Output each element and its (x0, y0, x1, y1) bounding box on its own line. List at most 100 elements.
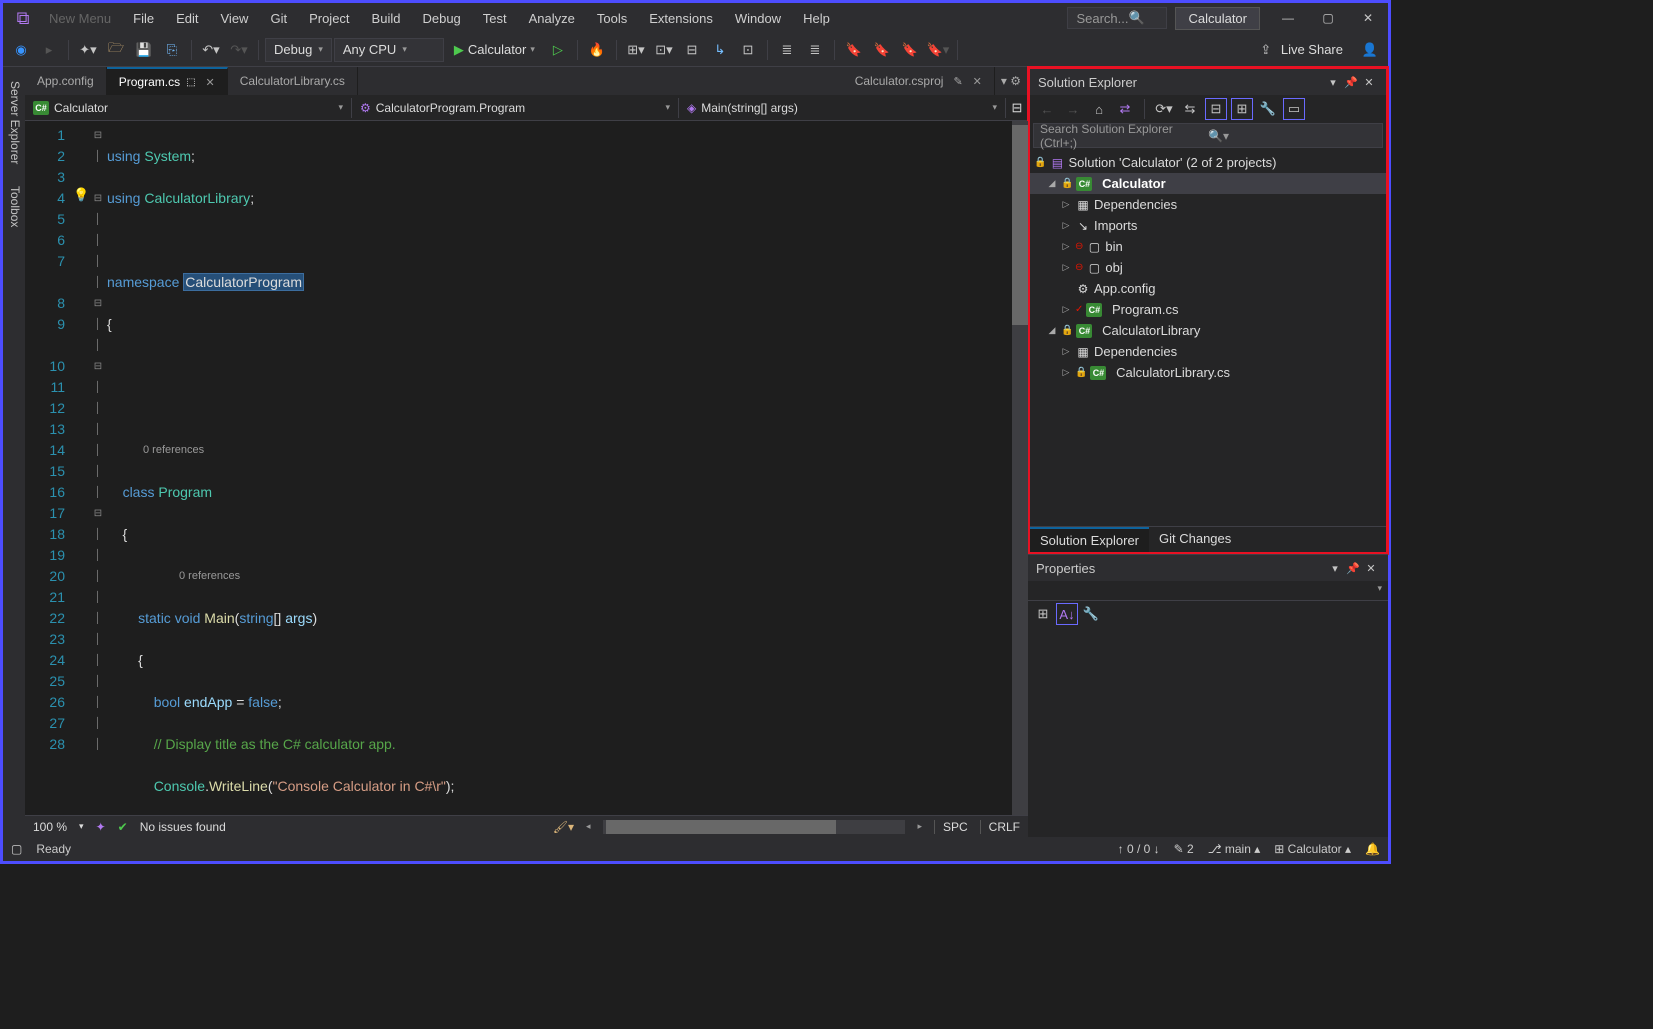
dropdown-icon[interactable]: ▾ (1326, 562, 1344, 575)
codelens-ref[interactable]: 0 references (107, 440, 1012, 461)
node-dependencies[interactable]: ▷▦Dependencies (1030, 194, 1386, 215)
zoom-level[interactable]: 100 % (33, 820, 67, 834)
solution-tree[interactable]: 🔒▤Solution 'Calculator' (2 of 2 projects… (1030, 148, 1386, 526)
vs-logo-icon[interactable]: ⧉ (8, 3, 38, 33)
server-explorer-tab[interactable]: Server Explorer (3, 75, 25, 170)
alphabetical-icon[interactable]: A↓ (1056, 603, 1078, 625)
node-programcs[interactable]: ▷✓C# Program.cs (1030, 299, 1386, 320)
pin-icon[interactable]: ⬚ (186, 77, 195, 88)
forward-icon[interactable]: → (1062, 98, 1084, 120)
toolbar-misc3-icon[interactable]: ⊟ (679, 37, 705, 63)
hot-reload-icon[interactable]: 🔥 (584, 37, 610, 63)
menu-window[interactable]: Window (724, 5, 792, 32)
split-icon[interactable]: ⊟ (1006, 100, 1028, 116)
toolbox-tab[interactable]: Toolbox (3, 180, 25, 233)
open-icon[interactable]: 🗁 (103, 37, 129, 63)
back-icon[interactable]: ← (1036, 98, 1058, 120)
menu-extensions[interactable]: Extensions (638, 5, 724, 32)
tab-appconfig[interactable]: App.config (25, 67, 107, 95)
properties-header[interactable]: Properties ▾ 📌 ✕ (1028, 555, 1388, 581)
collapse-icon[interactable]: ⊟ (1205, 98, 1227, 120)
crlf-label[interactable]: CRLF (980, 820, 1020, 834)
platform-dropdown[interactable]: Any CPU (334, 38, 444, 62)
toolbar-misc-icon[interactable]: ⊞▾ (623, 37, 649, 63)
account-icon[interactable]: 👤 (1357, 37, 1383, 63)
back-icon[interactable]: ◉ (8, 37, 34, 63)
tab-calclib[interactable]: CalculatorLibrary.cs (228, 67, 358, 95)
spc-label[interactable]: SPC (934, 820, 968, 834)
nav-class[interactable]: ⚙CalculatorProgram.Program▾ (352, 98, 679, 118)
wrench-icon[interactable]: 🔧 (1080, 603, 1102, 625)
menu-tools[interactable]: Tools (586, 5, 638, 32)
preview-icon[interactable]: ▭ (1283, 98, 1305, 120)
menu-help[interactable]: Help (792, 5, 841, 32)
menu-analyze[interactable]: Analyze (518, 5, 586, 32)
tab-solution-explorer[interactable]: Solution Explorer (1030, 527, 1149, 552)
dropdown-icon[interactable]: ▾ (1324, 76, 1342, 89)
close-icon[interactable]: ✕ (973, 75, 982, 88)
menu-debug[interactable]: Debug (411, 5, 471, 32)
maximize-button[interactable]: ▢ (1308, 3, 1348, 33)
code-area[interactable]: 1234567 89 10111213141516 17181920212223… (25, 121, 1028, 815)
branch-name[interactable]: ⎇ main ▴ (1208, 842, 1261, 856)
pin-icon[interactable]: 📌 (1342, 76, 1360, 89)
search-box[interactable]: Search... 🔍 (1067, 7, 1167, 29)
node-calclibcs[interactable]: ▷🔒C# CalculatorLibrary.cs (1030, 362, 1386, 383)
source-control-arrows[interactable]: ↑ 0 / 0 ↓ (1118, 842, 1160, 856)
switch-view-icon[interactable]: ⇄ (1114, 98, 1136, 120)
lightbulb-icon[interactable]: 💡 (73, 187, 89, 203)
node-appconfig[interactable]: ⚙App.config (1030, 278, 1386, 299)
undo-icon[interactable]: ↶▾ (198, 37, 224, 63)
prev-bookmark-icon[interactable]: 🔖 (869, 37, 895, 63)
start-button[interactable]: ▶Calculator▾ (446, 40, 543, 60)
project-calculator[interactable]: ◢🔒C# Calculator (1030, 173, 1386, 194)
save-icon[interactable]: 💾 (131, 37, 157, 63)
minimize-button[interactable]: — (1268, 3, 1308, 33)
new-item-icon[interactable]: ✦▾ (75, 37, 101, 63)
brush-icon[interactable]: 🖌▾ (553, 820, 574, 834)
intellicode-icon[interactable]: ✦ (96, 820, 106, 834)
categorized-icon[interactable]: ⊞ (1032, 603, 1054, 625)
share-icon[interactable]: ⇪ (1253, 37, 1279, 63)
node-imports[interactable]: ▷↘Imports (1030, 215, 1386, 236)
menu-git[interactable]: Git (259, 5, 298, 32)
nav-method[interactable]: ◈Main(string[] args)▾ (679, 98, 1006, 118)
sync-icon[interactable]: ⇆ (1179, 98, 1201, 120)
pin-icon[interactable]: 📌 (1344, 562, 1362, 575)
menu-file[interactable]: File (122, 5, 165, 32)
output-icon[interactable]: ▢ (11, 842, 22, 856)
solution-explorer-header[interactable]: Solution Explorer ▾ 📌 ✕ (1030, 69, 1386, 95)
refresh-icon[interactable]: ⟳▾ (1153, 98, 1175, 120)
start-without-debug-icon[interactable]: ▷ (545, 37, 571, 63)
solution-search[interactable]: Search Solution Explorer (Ctrl+;) 🔍▾ (1033, 123, 1383, 148)
node-bin[interactable]: ▷⊖▢bin (1030, 236, 1386, 257)
node-dependencies2[interactable]: ▷▦Dependencies (1030, 341, 1386, 362)
close-icon[interactable]: ✕ (1362, 562, 1380, 575)
next-bookmark-icon[interactable]: 🔖 (897, 37, 923, 63)
outdent-icon[interactable]: ≣ (802, 37, 828, 63)
notifications-icon[interactable]: 🔔 (1365, 842, 1380, 856)
issues-label[interactable]: No issues found (140, 820, 226, 834)
close-button[interactable]: ✕ (1348, 3, 1388, 33)
bookmark-icon[interactable]: 🔖 (841, 37, 867, 63)
save-all-icon[interactable]: ⎘ (159, 37, 185, 63)
indent-icon[interactable]: ≣ (774, 37, 800, 63)
toolbar-misc4-icon[interactable]: ⊡ (735, 37, 761, 63)
horizontal-scrollbar[interactable] (603, 820, 906, 834)
menu-edit[interactable]: Edit (165, 5, 209, 32)
menu-new[interactable]: New Menu (38, 5, 122, 32)
solution-root[interactable]: 🔒▤Solution 'Calculator' (2 of 2 projects… (1030, 152, 1386, 173)
tab-programcs[interactable]: Program.cs⬚✕ (107, 67, 228, 95)
pending-changes[interactable]: ✎ 2 (1174, 842, 1194, 856)
codelens-ref[interactable]: 0 references (107, 566, 1012, 587)
show-all-icon[interactable]: ⊞ (1231, 98, 1253, 120)
clear-bookmark-icon[interactable]: 🔖▾ (925, 37, 951, 63)
vertical-scrollbar[interactable] (1012, 121, 1028, 815)
menu-view[interactable]: View (210, 5, 260, 32)
step-icon[interactable]: ↳ (707, 37, 733, 63)
close-icon[interactable]: ✕ (1360, 76, 1378, 89)
forward-icon[interactable]: ▸ (36, 37, 62, 63)
config-dropdown[interactable]: Debug (265, 38, 332, 62)
node-obj[interactable]: ▷⊖▢obj (1030, 257, 1386, 278)
menu-project[interactable]: Project (298, 5, 360, 32)
